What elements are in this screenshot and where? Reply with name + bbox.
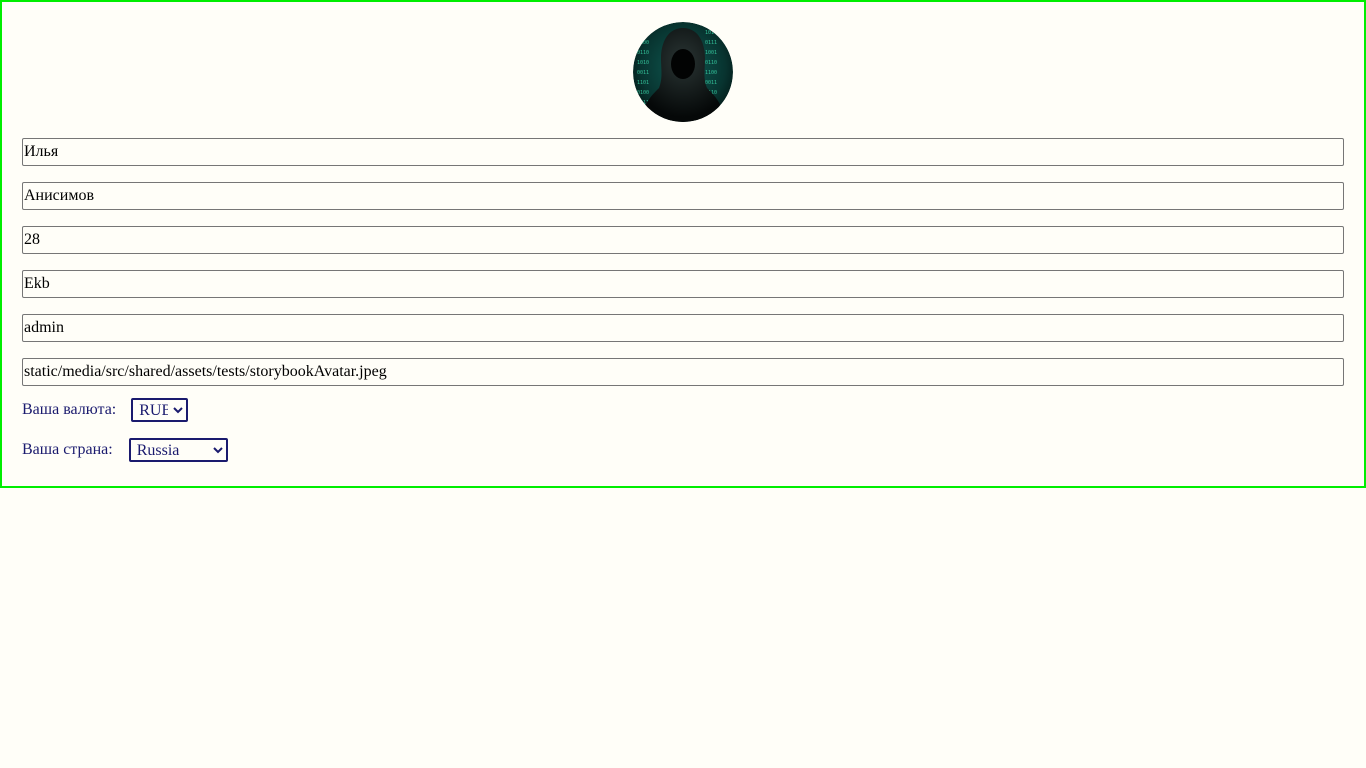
avatar: 010111000110 101000111101 01001011 10100… xyxy=(633,22,733,122)
svg-text:0101: 0101 xyxy=(637,30,649,36)
svg-text:1001: 1001 xyxy=(705,50,717,56)
svg-text:1010: 1010 xyxy=(705,30,717,36)
svg-text:0011: 0011 xyxy=(637,70,649,76)
svg-text:0100: 0100 xyxy=(637,90,649,96)
currency-select[interactable]: RUB xyxy=(131,398,189,422)
avatar-url-input[interactable] xyxy=(22,358,1344,386)
first-name-input[interactable] xyxy=(22,138,1344,166)
city-input[interactable] xyxy=(22,270,1344,298)
svg-text:1101: 1101 xyxy=(637,80,649,86)
svg-text:0111: 0111 xyxy=(705,40,717,46)
avatar-container: 0101 1100 0110 1010 0011 1101 0100 1011 1010 0… xyxy=(22,22,1344,122)
currency-label: Ваша валюта: xyxy=(22,401,117,418)
username-input[interactable] xyxy=(22,314,1344,342)
country-select[interactable]: Russia xyxy=(128,438,228,462)
profile-card: 0101 1100 0110 1010 0011 1101 0100 1011 1010 0… xyxy=(0,0,1366,488)
currency-row: Ваша валюта: RUB xyxy=(22,398,1344,422)
svg-text:1100: 1100 xyxy=(705,70,717,76)
age-input[interactable] xyxy=(22,226,1344,254)
svg-text:1100: 1100 xyxy=(637,40,649,46)
last-name-input[interactable] xyxy=(22,182,1344,210)
svg-text:0110: 0110 xyxy=(637,50,649,56)
country-row: Ваша страна: Russia xyxy=(22,438,1344,462)
svg-text:0011: 0011 xyxy=(705,80,717,86)
svg-text:0110: 0110 xyxy=(705,60,717,66)
svg-text:1010: 1010 xyxy=(637,60,649,66)
country-label: Ваша страна: xyxy=(22,441,113,458)
